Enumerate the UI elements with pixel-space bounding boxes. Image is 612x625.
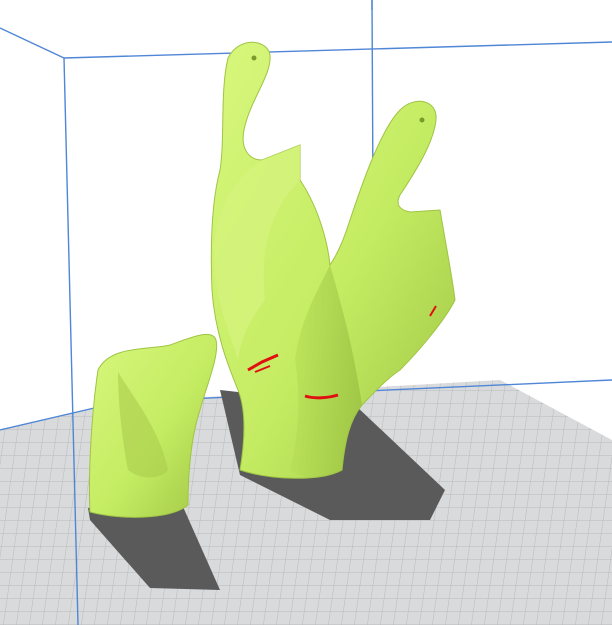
build-scene[interactable]: [0, 0, 612, 625]
3d-viewport[interactable]: [0, 0, 612, 625]
